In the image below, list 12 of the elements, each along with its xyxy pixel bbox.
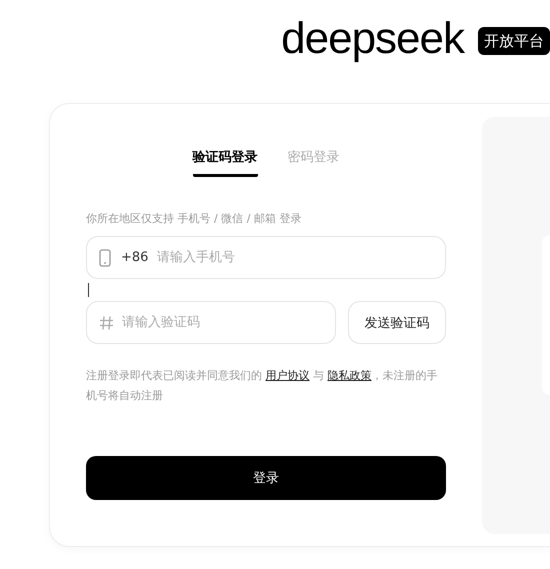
platform-badge: 开放平台 xyxy=(478,27,550,55)
login-tab[interactable]: 验证码登录 xyxy=(192,144,258,177)
region-hint: 你所在地区仅支持 手机号 / 微信 / 邮箱 登录 xyxy=(86,211,302,226)
send-code-button[interactable]: 发送验证码 xyxy=(348,301,446,344)
login-button[interactable]: 登录 xyxy=(86,456,446,500)
code-field[interactable]: 请输入验证码 xyxy=(86,301,336,344)
policy-link[interactable]: 隐私政策 xyxy=(328,369,372,382)
agreement-text: 注册登录即代表已阅读并同意我们的 用户协议 与 隐私政策，未注册的手机号将自动注册 xyxy=(86,368,438,404)
logo-wordmark: deepseek xyxy=(281,17,464,65)
country-code[interactable]: +86 xyxy=(121,250,148,266)
policy-link[interactable]: 用户协议 xyxy=(266,369,310,382)
text-cursor xyxy=(88,283,89,297)
